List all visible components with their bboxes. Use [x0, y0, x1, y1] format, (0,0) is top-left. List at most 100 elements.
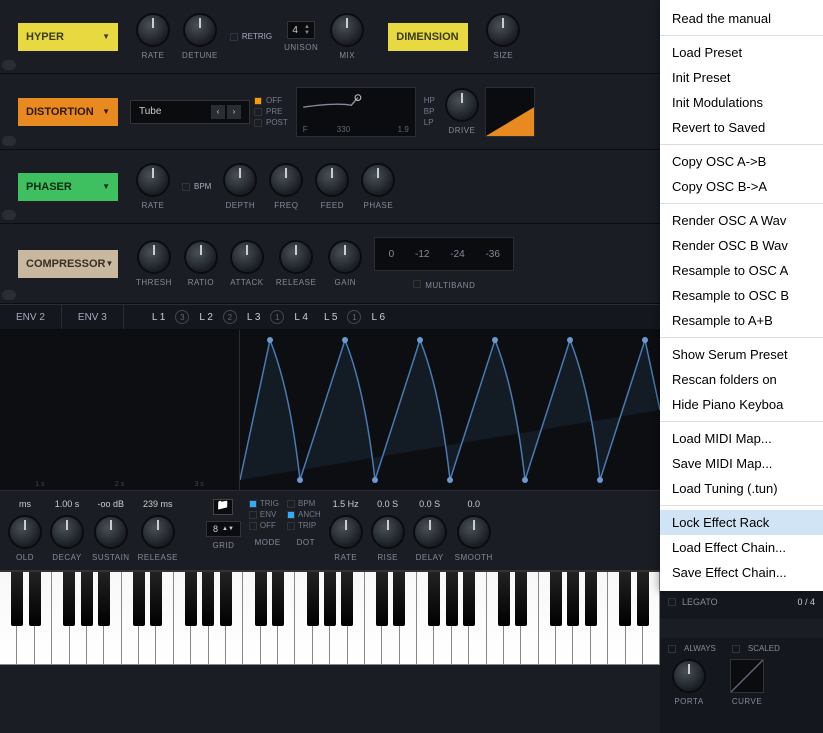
menu-item[interactable]: Copy OSC B->A: [660, 174, 823, 199]
pre-led[interactable]: [254, 108, 262, 116]
black-key[interactable]: [376, 572, 388, 626]
menu-item[interactable]: Resample to OSC B: [660, 283, 823, 308]
black-key[interactable]: [307, 572, 319, 626]
menu-item[interactable]: Show Serum Preset: [660, 342, 823, 367]
menu-item[interactable]: Save Effect Chain...: [660, 560, 823, 585]
menu-item[interactable]: Init Modulations: [660, 90, 823, 115]
attack-knob[interactable]: [230, 240, 264, 274]
grid-selector[interactable]: 8▲▼: [206, 521, 241, 537]
menu-item[interactable]: Resample to A+B: [660, 308, 823, 333]
black-key[interactable]: [185, 572, 197, 626]
black-key[interactable]: [393, 572, 405, 626]
menu-item[interactable]: Load MIDI Map...: [660, 426, 823, 451]
filter-display[interactable]: F 330 1.9: [296, 87, 416, 137]
menu-item[interactable]: Load Effect Chain...: [660, 535, 823, 560]
folder-icon[interactable]: [213, 499, 233, 515]
ratio-knob[interactable]: [184, 240, 218, 274]
lfo-smooth-knob[interactable]: [457, 515, 491, 549]
menu-item[interactable]: Resample to OSC A: [660, 258, 823, 283]
hyper-rate-knob[interactable]: [136, 13, 170, 47]
sustain-knob[interactable]: [94, 515, 128, 549]
phaser-feed-knob[interactable]: [315, 163, 349, 197]
lfo5-tab[interactable]: L 5: [316, 312, 346, 323]
post-led[interactable]: [254, 119, 262, 127]
phaser-header[interactable]: PHASER ▼: [18, 173, 118, 201]
multiband-led[interactable]: [413, 280, 421, 288]
lfo-rise-knob[interactable]: [371, 515, 405, 549]
menu-item[interactable]: Render OSC A Wav: [660, 208, 823, 233]
black-key[interactable]: [585, 572, 597, 626]
next-icon[interactable]: ›: [227, 105, 241, 119]
menu-item[interactable]: Render OSC B Wav: [660, 233, 823, 258]
black-key[interactable]: [619, 572, 631, 626]
lfo1-tab[interactable]: L 1: [144, 312, 174, 323]
black-key[interactable]: [150, 572, 162, 626]
phaser-freq-knob[interactable]: [269, 163, 303, 197]
black-key[interactable]: [637, 572, 649, 626]
distortion-type-selector[interactable]: Tube ‹›: [130, 100, 250, 124]
menu-item[interactable]: Rescan folders on: [660, 367, 823, 392]
lfo2-tab[interactable]: L 2: [191, 312, 221, 323]
menu-item[interactable]: Load Tuning (.tun): [660, 476, 823, 501]
menu-item[interactable]: Lock Effect Rack: [660, 510, 823, 535]
black-key[interactable]: [515, 572, 527, 626]
black-key[interactable]: [98, 572, 110, 626]
black-key[interactable]: [550, 572, 562, 626]
black-key[interactable]: [324, 572, 336, 626]
env3-tab[interactable]: ENV 3: [62, 305, 124, 329]
menu-item[interactable]: Hide Piano Keyboa: [660, 392, 823, 417]
dimension-header[interactable]: DIMENSION: [388, 23, 468, 51]
dimension-size-knob[interactable]: [486, 13, 520, 47]
black-key[interactable]: [567, 572, 579, 626]
hyper-mix-knob[interactable]: [330, 13, 364, 47]
hp-label[interactable]: HP: [424, 96, 435, 105]
legato-led[interactable]: [668, 598, 676, 606]
lfo3-tab[interactable]: L 3: [239, 312, 269, 323]
menu-item[interactable]: Load Preset: [660, 40, 823, 65]
lfo6-tab[interactable]: L 6: [363, 312, 393, 323]
envelope-graph[interactable]: 1 s2 s3 s: [0, 330, 240, 490]
piano-keyboard[interactable]: [0, 570, 660, 665]
black-key[interactable]: [428, 572, 440, 626]
menu-item[interactable]: Save MIDI Map...: [660, 451, 823, 476]
scaled-led[interactable]: [732, 645, 740, 653]
prev-icon[interactable]: ‹: [211, 105, 225, 119]
bp-label[interactable]: BP: [424, 107, 435, 116]
power-toggle[interactable]: [2, 210, 16, 220]
env2-tab[interactable]: ENV 2: [0, 305, 62, 329]
release-knob[interactable]: [141, 515, 175, 549]
black-key[interactable]: [220, 572, 232, 626]
black-key[interactable]: [133, 572, 145, 626]
black-key[interactable]: [446, 572, 458, 626]
black-key[interactable]: [63, 572, 75, 626]
black-key[interactable]: [341, 572, 353, 626]
lfo-rate-knob[interactable]: [329, 515, 363, 549]
black-key[interactable]: [29, 572, 41, 626]
black-key[interactable]: [255, 572, 267, 626]
always-led[interactable]: [668, 645, 676, 653]
decay-knob[interactable]: [50, 515, 84, 549]
retrig-led[interactable]: [230, 33, 238, 41]
hyper-detune-knob[interactable]: [183, 13, 217, 47]
menu-item[interactable]: Init Preset: [660, 65, 823, 90]
distortion-header[interactable]: DISTORTION ▼: [18, 98, 118, 126]
lp-label[interactable]: LP: [424, 118, 434, 127]
power-toggle[interactable]: [2, 136, 16, 146]
menu-item[interactable]: Copy OSC A->B: [660, 149, 823, 174]
curve-display[interactable]: [730, 659, 764, 693]
lfo4-tab[interactable]: L 4: [286, 312, 316, 323]
phaser-phase-knob[interactable]: [361, 163, 395, 197]
off-led[interactable]: [254, 97, 262, 105]
phaser-rate-knob[interactable]: [136, 163, 170, 197]
release-knob[interactable]: [279, 240, 313, 274]
phaser-depth-knob[interactable]: [223, 163, 257, 197]
black-key[interactable]: [498, 572, 510, 626]
bpm-led[interactable]: [182, 183, 190, 191]
black-key[interactable]: [11, 572, 23, 626]
unison-selector[interactable]: 4 ▲▼: [287, 21, 315, 39]
hold-knob[interactable]: [8, 515, 42, 549]
gain-knob[interactable]: [328, 240, 362, 274]
lfo-graph[interactable]: [240, 330, 660, 490]
hyper-header[interactable]: HYPER ▼: [18, 23, 118, 51]
menu-item[interactable]: Revert to Saved: [660, 115, 823, 140]
